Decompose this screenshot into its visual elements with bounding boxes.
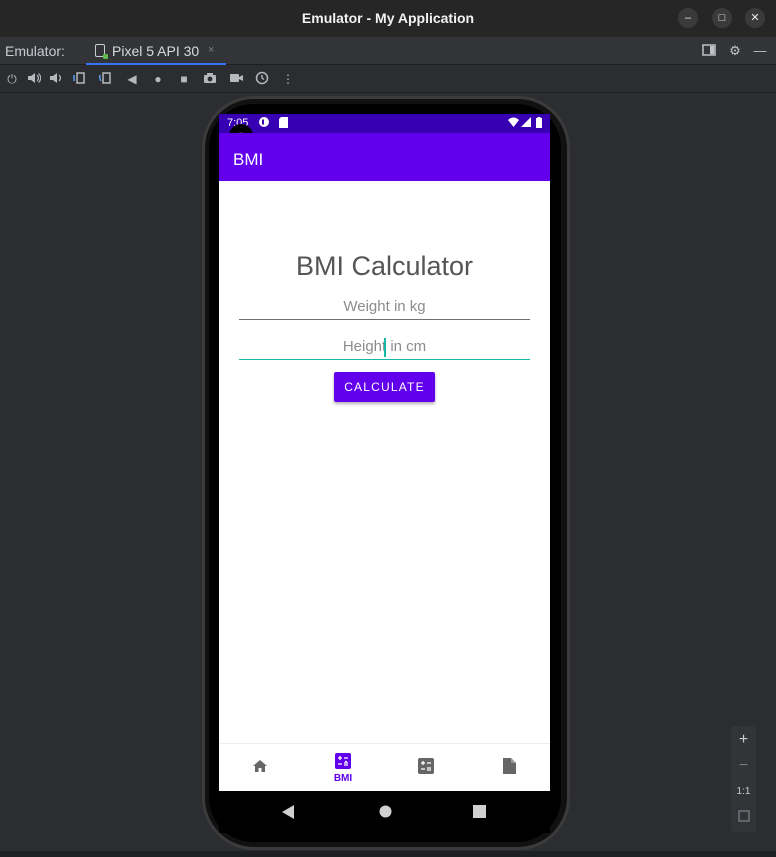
nav-label-bmi: BMI [333, 773, 353, 784]
volume-up-icon[interactable] [26, 71, 42, 87]
window-title: Emulator - My Application [301, 10, 475, 26]
snapshot-icon[interactable] [254, 71, 270, 87]
overview-icon[interactable] [473, 805, 486, 823]
screenshot-icon[interactable] [202, 71, 218, 87]
calculator-icon [335, 753, 351, 769]
app-bar-title: BMI [233, 150, 264, 169]
actual-size-button[interactable]: 1:1 [731, 782, 756, 802]
signal-icon [521, 117, 531, 128]
status-bar: 7:05 [219, 114, 550, 133]
close-window-button[interactable]: ✕ [745, 8, 765, 28]
back-icon[interactable]: ◀ [124, 71, 140, 87]
app-bar: BMI [219, 133, 550, 181]
zoom-controls: + − 1:1 [731, 726, 756, 832]
device-icon [95, 44, 108, 59]
nav-item-bmi[interactable]: BMI [302, 744, 384, 791]
layout-icon[interactable] [701, 43, 717, 59]
bottom-navigation: BMI [219, 743, 550, 791]
home-icon [252, 758, 268, 774]
device-tab-label: Pixel 5 API 30 [112, 43, 200, 59]
device-tab[interactable]: Pixel 5 API 30 × [86, 37, 226, 65]
notification-icon [259, 117, 269, 128]
weight-input[interactable] [239, 294, 530, 319]
home-icon[interactable] [379, 805, 392, 823]
weight-field[interactable] [239, 294, 530, 320]
maximize-button[interactable]: □ [712, 8, 732, 28]
rotate-left-icon[interactable] [72, 71, 88, 87]
emulator-toolbar: ⏻ ◀ ● ■ ⋮ [0, 66, 776, 93]
rotate-right-icon[interactable] [97, 71, 113, 87]
page-title: BMI Calculator [295, 251, 474, 281]
device-screen: 7:05 BMI BMI Calculator CALCULATE [219, 114, 550, 791]
emulator-label: Emulator: [5, 43, 65, 59]
hide-panel-icon[interactable]: — [752, 43, 768, 59]
window-titlebar: Emulator - My Application – □ ✕ [0, 0, 776, 37]
calculate-button[interactable]: CALCULATE [334, 372, 435, 402]
volume-down-icon[interactable] [48, 71, 64, 87]
sim-card-icon [279, 117, 289, 128]
height-field[interactable] [239, 334, 530, 360]
calculator-icon [418, 758, 434, 774]
wifi-icon [508, 117, 519, 128]
status-strip [0, 851, 776, 857]
tab-close-icon[interactable]: × [208, 44, 214, 56]
android-nav-bar [219, 791, 550, 833]
text-cursor [384, 338, 386, 357]
home-icon[interactable]: ● [150, 71, 166, 87]
nav-item-home[interactable] [219, 744, 301, 791]
fit-screen-icon[interactable] [731, 808, 756, 828]
zoom-out-button[interactable]: − [731, 756, 756, 776]
settings-gear-icon[interactable]: ⚙ [727, 43, 743, 59]
back-icon[interactable] [282, 805, 294, 824]
screen-record-icon[interactable] [228, 71, 244, 87]
nav-item-document[interactable] [468, 744, 550, 791]
document-icon [501, 758, 517, 774]
overview-icon[interactable]: ■ [176, 71, 192, 87]
zoom-in-button[interactable]: + [731, 730, 756, 750]
minimize-button[interactable]: – [678, 8, 698, 28]
battery-icon [536, 117, 546, 128]
power-icon[interactable]: ⏻ [4, 71, 20, 87]
more-icon[interactable]: ⋮ [280, 71, 296, 87]
emulator-tab-row: Emulator: Pixel 5 API 30 × ⚙ — [0, 37, 776, 65]
nav-item-calculator[interactable] [385, 744, 467, 791]
